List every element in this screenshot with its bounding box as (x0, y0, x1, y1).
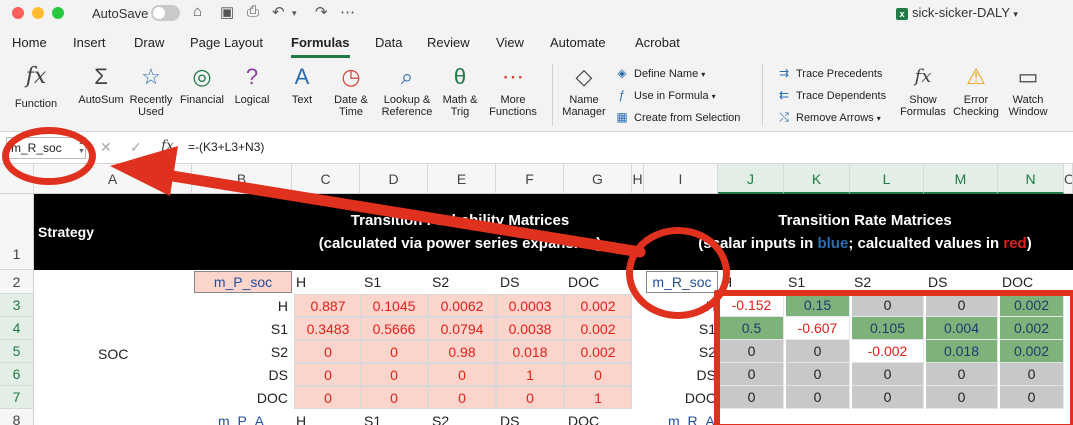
arrow-shaft (154, 168, 646, 258)
arrow-head (110, 146, 178, 196)
excel-window: AutoSave ⌂ ▣ ⎙ ↶ ▾ ↷ ⋯ x sick-sicker-DALY… (0, 0, 1073, 425)
annotation-arrow (110, 146, 646, 258)
